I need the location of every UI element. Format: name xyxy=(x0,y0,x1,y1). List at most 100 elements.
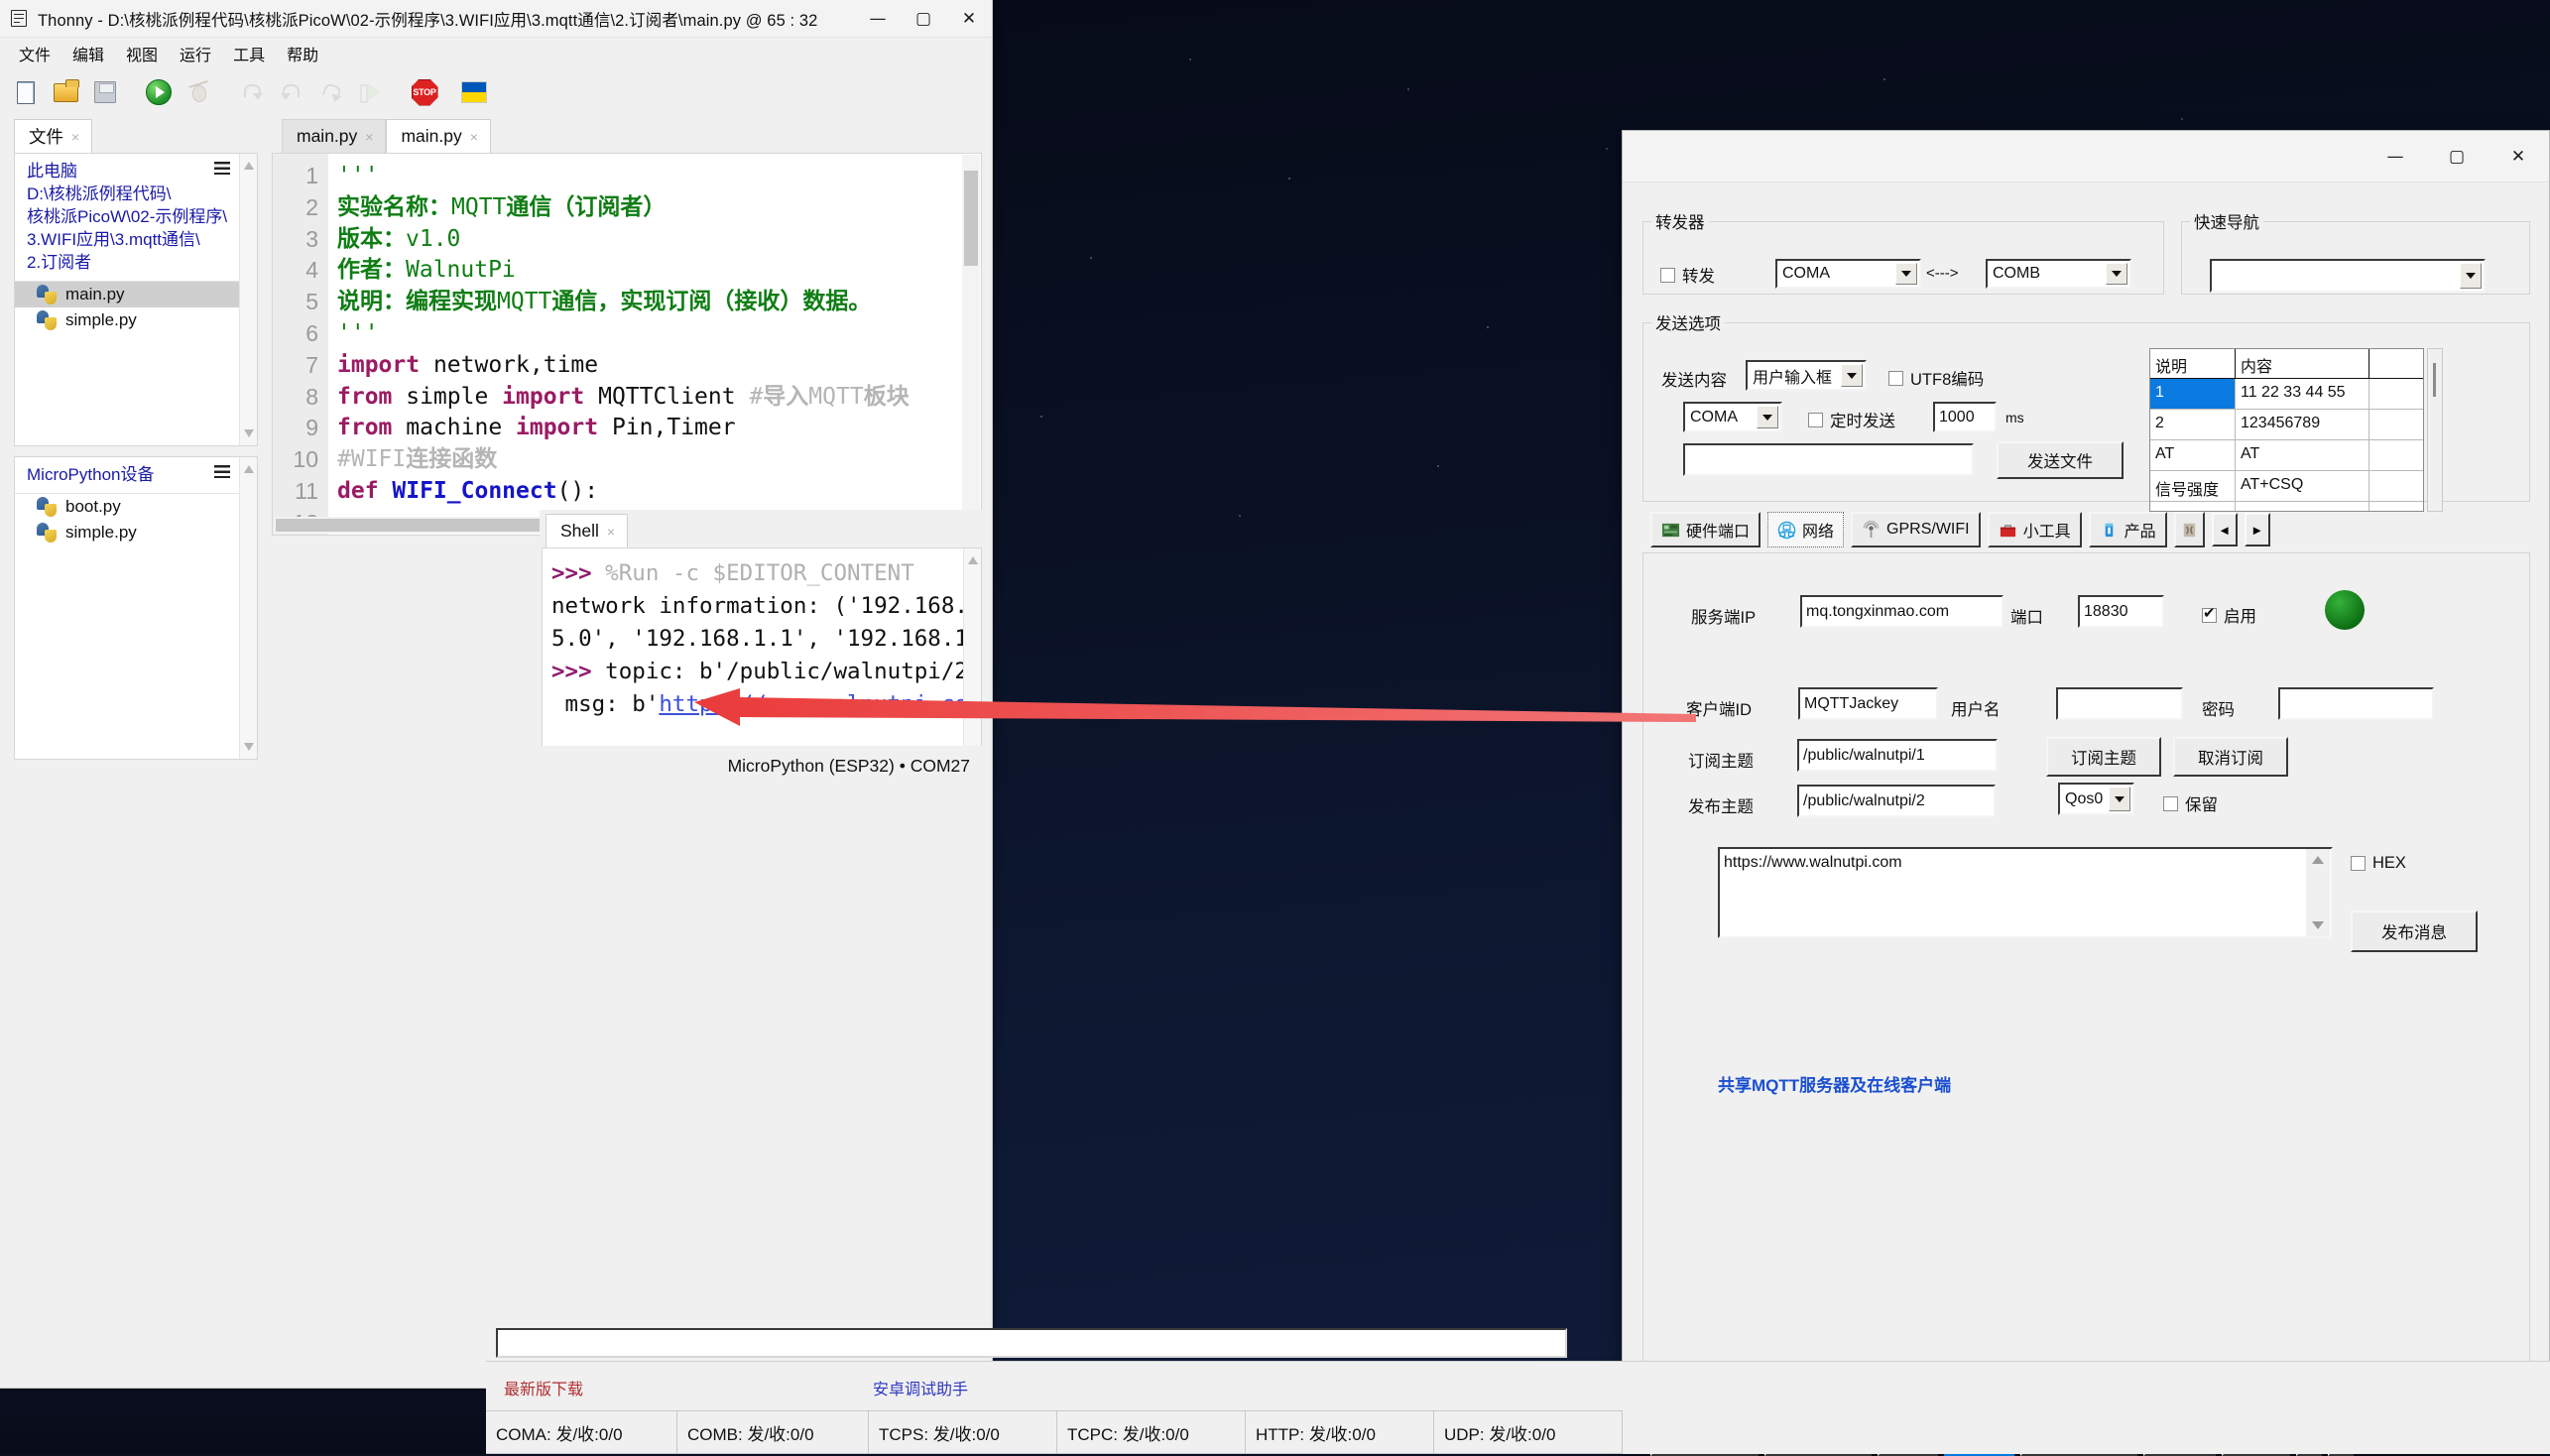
run-icon[interactable] xyxy=(143,76,175,108)
menu-item-edit[interactable]: 编辑 xyxy=(61,39,115,68)
tab-main-py-1[interactable]: main.py × xyxy=(282,119,387,153)
category-tabs-next-button[interactable]: ► xyxy=(2244,513,2270,546)
tab-files-close-icon[interactable]: × xyxy=(71,129,79,145)
table-row[interactable]: 2 123456789 xyxy=(2150,410,2423,440)
enable-checkbox[interactable]: 启用 xyxy=(2202,603,2256,627)
menu-item-run[interactable]: 运行 xyxy=(169,39,222,68)
tab-close-icon[interactable]: × xyxy=(470,129,478,145)
code-editor[interactable]: 123456789101112 '''实验名称：MQTT通信（订阅者）版本：v1… xyxy=(272,153,982,536)
category-tab-gprs-wifi[interactable]: GPRS/WIFI xyxy=(1851,512,1981,547)
menu-item-tools[interactable]: 工具 xyxy=(222,39,276,68)
menu-item-view[interactable]: 视图 xyxy=(115,39,169,68)
quick-send-table-scrollbar[interactable] xyxy=(2427,348,2443,512)
forward-port-b-select[interactable]: COMB xyxy=(1986,259,2131,289)
retain-checkbox[interactable]: 保留 xyxy=(2163,791,2218,815)
scroll-up-icon[interactable] xyxy=(968,556,978,564)
tab-shell[interactable]: Shell × xyxy=(546,514,629,547)
timed-send-checkbox[interactable]: 定时发送 xyxy=(1808,408,1895,431)
stop-icon[interactable]: STOP xyxy=(409,76,440,108)
minimize-button[interactable]: — xyxy=(2365,131,2426,182)
scroll-up-icon[interactable] xyxy=(244,465,254,473)
android-debug-assistant-link[interactable]: 安卓调试助手 xyxy=(873,1376,968,1399)
new-file-icon[interactable] xyxy=(10,76,42,108)
send-port-select[interactable]: COMA xyxy=(1683,402,1782,432)
category-tab-hardware-port[interactable]: 硬件端口 xyxy=(1650,512,1761,547)
mqtt-title-bar[interactable]: — ▢ ✕ xyxy=(1623,131,2549,182)
qos-select[interactable]: Qos0 xyxy=(2058,783,2134,815)
scroll-up-icon[interactable] xyxy=(244,162,254,170)
password-input[interactable] xyxy=(2278,687,2434,720)
scroll-down-icon[interactable] xyxy=(244,429,254,437)
chevron-down-icon[interactable] xyxy=(1757,406,1778,428)
device-tree-scrollbar[interactable] xyxy=(239,457,257,759)
forward-checkbox-box[interactable] xyxy=(1660,267,1675,283)
editor-vertical-scrollbar[interactable] xyxy=(962,155,980,516)
share-mqtt-server-link[interactable]: 共享MQTT服务器及在线客户端 xyxy=(1718,1071,1951,1096)
publish-message-textarea[interactable]: https://www.walnutpi.com xyxy=(1718,847,2333,938)
category-tab-more[interactable] xyxy=(2173,512,2205,547)
device-item-boot-py[interactable]: boot.py xyxy=(15,494,257,520)
tree-menu-icon[interactable] xyxy=(214,162,230,175)
sscom-send-edit[interactable] xyxy=(496,1328,1567,1358)
subscribe-topic-input[interactable]: /public/walnutpi/1 xyxy=(1797,739,1998,772)
port-input[interactable]: 18830 xyxy=(2078,595,2164,628)
file-item-main-py[interactable]: main.py xyxy=(15,281,257,307)
hex-checkbox-box[interactable] xyxy=(2351,856,2366,871)
send-interval-input[interactable]: 1000 xyxy=(1933,402,1997,432)
tree-scrollbar[interactable] xyxy=(239,154,257,445)
quick-send-table-scroll-thumb[interactable] xyxy=(2433,363,2436,397)
latest-download-link[interactable]: 最新版下载 xyxy=(504,1376,583,1399)
menu-item-help[interactable]: 帮助 xyxy=(276,39,329,68)
chevron-down-icon[interactable] xyxy=(2460,263,2482,289)
minimize-button[interactable]: — xyxy=(855,0,901,37)
category-tabs-prev-button[interactable]: ◄ xyxy=(2211,513,2238,546)
tab-shell-close-icon[interactable]: × xyxy=(607,524,615,540)
chevron-down-icon[interactable] xyxy=(1841,364,1863,387)
subscribe-button[interactable]: 订阅主题 xyxy=(2046,737,2161,777)
open-file-icon[interactable] xyxy=(50,76,81,108)
scroll-down-icon[interactable] xyxy=(2312,921,2324,929)
maximize-button[interactable]: ▢ xyxy=(2426,131,2488,182)
retain-checkbox-box[interactable] xyxy=(2163,795,2178,811)
chevron-down-icon[interactable] xyxy=(1895,263,1917,285)
username-input[interactable] xyxy=(2056,687,2183,720)
thonny-title-bar[interactable]: Thonny - D:\核桃派例程代码\核桃派PicoW\02-示例程序\3.W… xyxy=(0,0,992,38)
close-button[interactable]: ✕ xyxy=(946,0,992,37)
maximize-button[interactable]: ▢ xyxy=(901,0,946,37)
file-item-simple-py[interactable]: simple.py xyxy=(15,307,257,333)
scroll-down-icon[interactable] xyxy=(244,743,254,751)
utf8-checkbox[interactable]: UTF8编码 xyxy=(1888,366,1984,390)
timed-send-checkbox-box[interactable] xyxy=(1808,412,1823,427)
quick-send-table[interactable]: 说明 内容 1 11 22 33 44 55 2 123456789 AT AT… xyxy=(2149,348,2424,512)
tab-files[interactable]: 文件 × xyxy=(14,119,93,153)
publish-message-scrollbar[interactable] xyxy=(2306,849,2330,936)
quick-nav-select[interactable] xyxy=(2210,259,2486,293)
device-item-simple-py[interactable]: simple.py xyxy=(15,520,257,546)
tab-close-icon[interactable]: × xyxy=(365,129,373,145)
save-file-icon[interactable] xyxy=(89,76,121,108)
table-row[interactable]: AT AT xyxy=(2150,440,2423,471)
editor-vertical-scroll-thumb[interactable] xyxy=(964,171,978,266)
server-ip-input[interactable]: mq.tongxinmao.com xyxy=(1800,595,2004,628)
chevron-down-icon[interactable] xyxy=(2109,787,2130,811)
table-row[interactable] xyxy=(2150,502,2423,511)
debug-icon[interactable] xyxy=(182,76,214,108)
client-id-input[interactable]: MQTTJackey xyxy=(1798,687,1938,720)
forward-checkbox[interactable]: 转发 xyxy=(1660,263,1715,287)
code-content[interactable]: ''' 实验名称：MQTT通信（订阅者） 版本：v1.0 作者：WalnutPi 说明：… xyxy=(328,154,981,535)
table-row[interactable]: 1 11 22 33 44 55 xyxy=(2150,379,2423,410)
category-tab-tools[interactable]: 小工具 xyxy=(1987,512,2082,547)
close-button[interactable]: ✕ xyxy=(2488,131,2549,182)
tree-menu-icon[interactable] xyxy=(214,465,230,478)
scroll-up-icon[interactable] xyxy=(2312,856,2324,864)
send-content-select[interactable]: 用户输入框 xyxy=(1746,360,1867,391)
publish-message-button[interactable]: 发布消息 xyxy=(2351,910,2478,952)
forward-port-a-select[interactable]: COMA xyxy=(1775,259,1921,289)
send-file-button[interactable]: 发送文件 xyxy=(1997,441,2124,479)
utf8-checkbox-box[interactable] xyxy=(1888,370,1903,386)
table-row[interactable]: 信号强度 AT+CSQ xyxy=(2150,471,2423,502)
shell-url-link[interactable]: https://www.walnutpi.com xyxy=(659,691,981,717)
shell-output[interactable]: >>> %Run -c $EDITOR_CONTENT network infor… xyxy=(542,547,982,774)
hex-checkbox[interactable]: HEX xyxy=(2351,854,2406,873)
publish-topic-input[interactable]: /public/walnutpi/2 xyxy=(1797,785,1996,817)
